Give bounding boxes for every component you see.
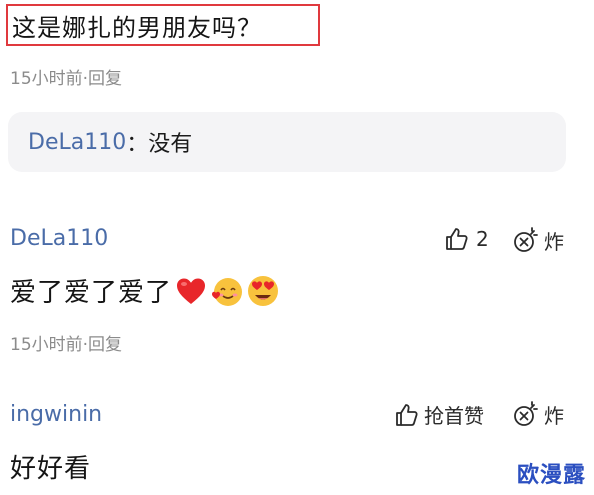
first-like-label: 抢首赞 xyxy=(424,404,484,428)
thumbs-up-icon xyxy=(394,402,420,428)
comment-username[interactable]: DeLa110 xyxy=(10,226,108,251)
boom-label: 炸 xyxy=(544,404,564,428)
watermark-text: 欧漫露 xyxy=(516,463,586,488)
like-count: 2 xyxy=(476,227,489,251)
comment-meta[interactable]: 15小时前·回复 xyxy=(10,64,122,89)
smiling-face-with-hearts-icon xyxy=(210,274,244,308)
reply-separator: ： xyxy=(126,132,149,157)
boom-label: 炸 xyxy=(544,230,564,254)
heart-eyes-icon xyxy=(246,274,280,308)
bomb-icon xyxy=(512,226,540,255)
like-button[interactable]: 2 xyxy=(444,226,489,252)
thumbs-up-icon xyxy=(444,226,470,252)
boom-button[interactable]: 炸 xyxy=(512,400,564,429)
first-like-button[interactable]: 抢首赞 xyxy=(394,400,484,429)
red-heart-icon xyxy=(174,274,208,308)
comment-meta[interactable]: 15小时前·回复 xyxy=(10,330,122,355)
boom-button[interactable]: 炸 xyxy=(512,226,564,255)
reply-author[interactable]: DeLa110 xyxy=(28,130,126,155)
comment-text: 好好看 xyxy=(10,454,92,484)
comment-text: 爱了爱了爱了 xyxy=(10,278,173,308)
reply-preview[interactable]: DeLa110 ： 没有 xyxy=(8,112,566,172)
reply-text: 没有 xyxy=(148,132,193,157)
highlighted-comment-text: 这是娜扎的男朋友吗？ xyxy=(6,4,320,46)
bomb-icon xyxy=(512,400,540,429)
comment-content: 爱了爱了爱了 xyxy=(10,272,280,309)
comment-username[interactable]: ingwinin xyxy=(10,402,102,427)
